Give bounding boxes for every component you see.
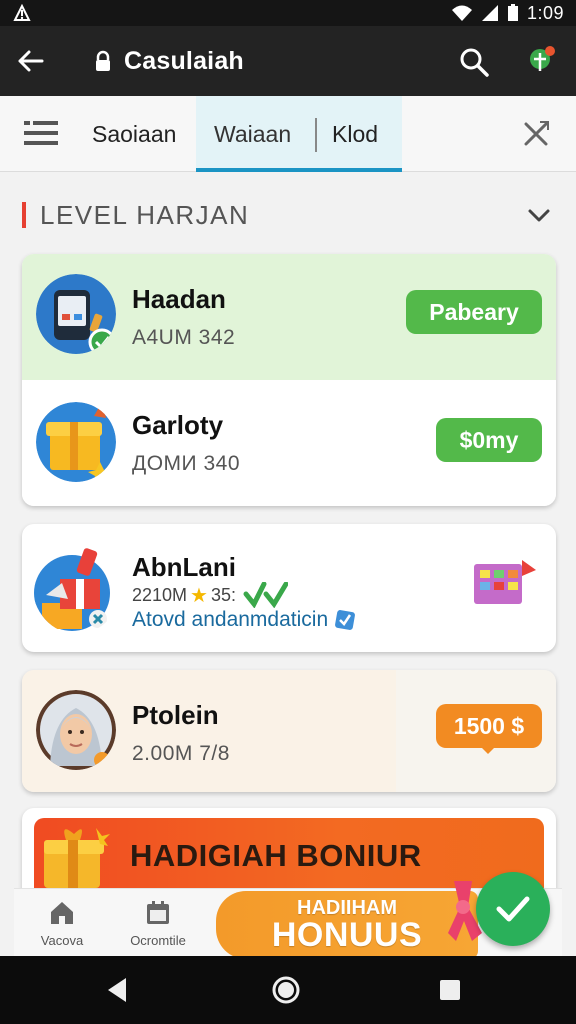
promo-bonus-button[interactable]: HADIIHAM HONUUS xyxy=(216,891,478,959)
calendar-icon xyxy=(147,900,169,924)
gift-box-icon xyxy=(36,402,116,482)
action-button-label: $0my xyxy=(459,426,519,453)
item-stats-row: 2210M ★ 35: xyxy=(132,582,289,608)
tab-divider xyxy=(315,118,317,152)
store-icon[interactable] xyxy=(470,554,540,614)
level-card-group: Haadan A4UM 342 Pabeary Garloty ДОМИ 340… xyxy=(22,254,556,506)
confirm-fab[interactable] xyxy=(476,872,550,946)
gifts-avatar-icon xyxy=(34,548,110,631)
action-button-label: Pabeary xyxy=(429,298,519,325)
battery-icon xyxy=(507,4,518,21)
back-triangle-icon[interactable] xyxy=(102,974,134,1006)
promo-line-2: HONUUS xyxy=(271,916,423,954)
app-bar: Casulaiah xyxy=(0,26,576,96)
list-item[interactable]: Haadan A4UM 342 Pabeary xyxy=(22,254,556,380)
clock: 1:09 xyxy=(526,2,564,23)
button-pointer xyxy=(480,746,496,754)
list-item[interactable]: Ptolein 2.00M 7/8 1500 $ xyxy=(22,670,556,792)
signal-icon xyxy=(481,5,498,21)
recents-square-icon[interactable] xyxy=(434,974,466,1006)
profile-avatar xyxy=(36,690,116,770)
notification-icon xyxy=(13,4,31,21)
search-button[interactable] xyxy=(452,40,496,84)
banner-title: HADIGIAH BONIUR xyxy=(130,838,422,873)
menu-icon[interactable] xyxy=(24,118,58,148)
action-button[interactable]: Pabeary xyxy=(406,290,542,334)
home-circle-icon[interactable] xyxy=(270,974,302,1006)
close-icon[interactable] xyxy=(518,116,554,152)
gift-button[interactable] xyxy=(520,40,564,84)
wifi-icon xyxy=(451,5,472,21)
star-icon: ★ xyxy=(190,584,208,607)
section-header[interactable]: LEVEL HARJAN xyxy=(22,192,556,238)
tab-bar: Saoiaan Waiaan Klod xyxy=(0,96,576,172)
action-button-label: 1500 $ xyxy=(453,712,525,739)
tab-label: Waiaan xyxy=(214,120,292,147)
item-name: Garloty xyxy=(132,410,224,440)
item-stats: 2.00M 7/8 xyxy=(132,742,230,765)
section-accent xyxy=(22,202,26,228)
item-stats: A4UM 342 xyxy=(132,326,236,349)
home-icon xyxy=(51,901,73,924)
page-title: Casulaiah xyxy=(124,46,244,75)
action-button[interactable]: 1500 $ xyxy=(436,704,542,748)
item-name: Ptolein xyxy=(132,700,219,730)
nav-label: Ocromtile xyxy=(130,932,186,948)
item-name: Haadan xyxy=(132,284,226,314)
action-button[interactable]: $0my xyxy=(436,418,542,462)
nav-item-calendar[interactable]: Ocromtile xyxy=(110,889,206,957)
item-name: AbnLani xyxy=(132,552,236,582)
promo-line-1: HADIIHAM xyxy=(297,897,397,919)
nav-label: Vacova xyxy=(40,932,84,948)
item-description: Atovd andanmdaticin xyxy=(132,608,329,631)
search-icon xyxy=(460,48,489,77)
check-icon xyxy=(496,896,530,922)
phone-avatar-icon xyxy=(36,274,116,354)
section-title: LEVEL HARJAN xyxy=(40,199,250,230)
status-bar: 1:09 xyxy=(0,0,576,26)
list-item[interactable]: AbnLani 2210M ★ 35: Atovd andanmdaticin xyxy=(22,524,556,652)
item-stats-secondary: 35: xyxy=(210,584,237,605)
lock-icon xyxy=(94,50,112,72)
treasure-box-icon xyxy=(44,828,110,888)
chevron-down-icon[interactable] xyxy=(526,202,552,228)
active-tab-indicator xyxy=(196,168,402,172)
item-stats: ДОМИ 340 xyxy=(132,452,241,475)
gift-badge-icon xyxy=(530,46,555,71)
back-arrow-icon xyxy=(18,50,44,72)
tab-klod[interactable]: Klod xyxy=(332,96,378,172)
nav-item-home[interactable]: Vacova xyxy=(14,889,110,957)
tab-saoiaan[interactable]: Saoiaan xyxy=(92,96,176,172)
verified-icon xyxy=(335,610,356,630)
item-description-row: Atovd andanmdaticin xyxy=(132,608,356,632)
item-stats: 2210M xyxy=(132,584,188,605)
back-button[interactable] xyxy=(0,26,60,96)
system-nav-bar xyxy=(0,956,576,1024)
check-icons xyxy=(243,582,289,608)
list-item[interactable]: Garloty ДОМИ 340 $0my xyxy=(22,380,556,506)
